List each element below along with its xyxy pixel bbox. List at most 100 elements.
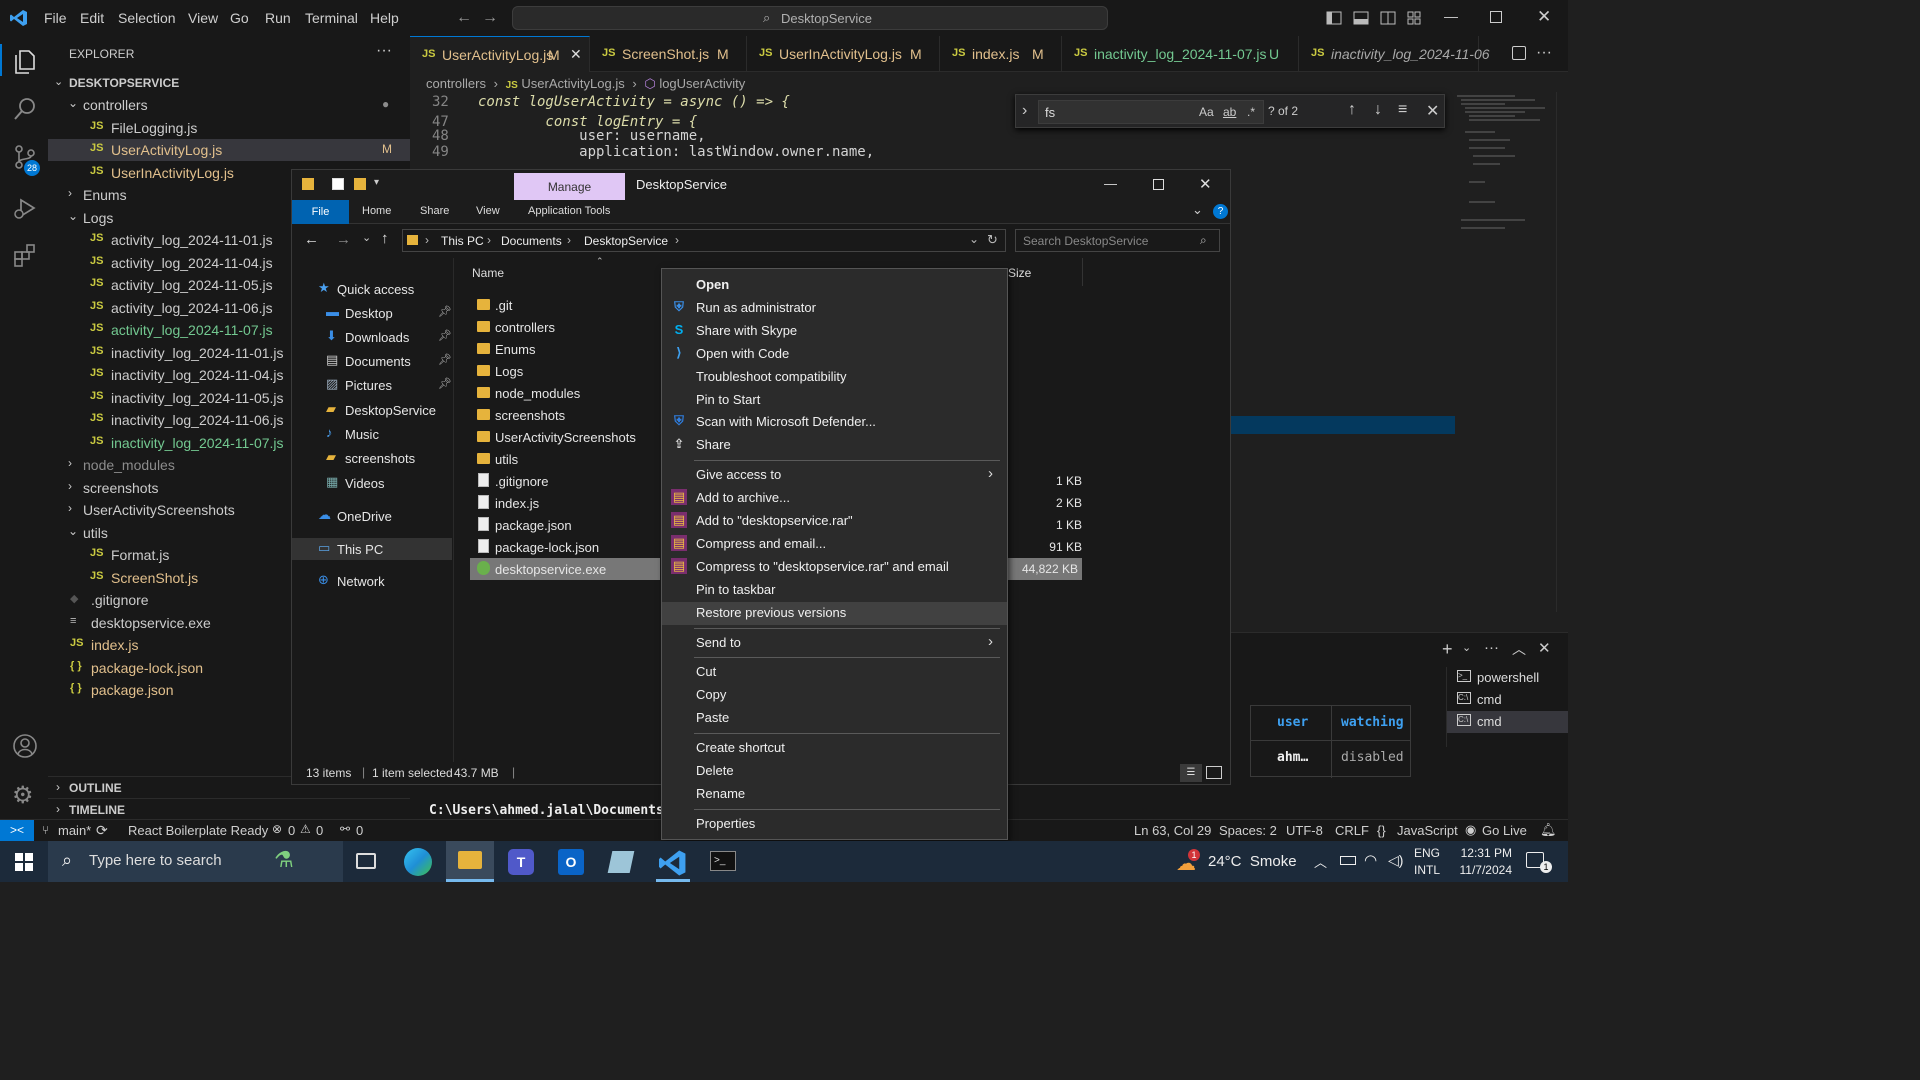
go-live[interactable]: Go Live xyxy=(1482,823,1527,838)
minimap[interactable] xyxy=(1455,92,1555,242)
close-icon[interactable]: ✕ xyxy=(1426,101,1439,121)
menu-item[interactable]: Paste xyxy=(662,707,1007,730)
arrow-up-icon[interactable]: ↑ xyxy=(1348,101,1356,119)
outlook-icon[interactable]: O xyxy=(558,849,584,875)
scrollbar[interactable] xyxy=(1556,92,1568,612)
workspace-header[interactable]: ⌄ DESKTOPSERVICE xyxy=(48,72,410,94)
help-icon[interactable]: ? xyxy=(1213,204,1228,219)
menu-item[interactable]: Pin to Start xyxy=(662,389,1007,412)
tree-item[interactable]: ⌄ controllers ● xyxy=(48,94,410,116)
menu-item[interactable]: Pin to taskbar xyxy=(662,579,1007,602)
split-editor-icon[interactable] xyxy=(1512,46,1526,60)
find-input[interactable]: fs Aa ab .* xyxy=(1038,100,1264,124)
terminal-taskbar-icon[interactable]: >_ xyxy=(710,851,736,871)
search-box[interactable]: Search DesktopService ⌕ xyxy=(1015,229,1220,252)
path-this-pc[interactable]: This PC xyxy=(441,234,484,248)
chevron-right-icon[interactable]: › xyxy=(1022,102,1027,120)
maximize-button[interactable] xyxy=(1153,179,1164,190)
nav-item[interactable]: ▦ Videos xyxy=(292,472,452,494)
ribbon-file-tab[interactable]: File xyxy=(292,200,349,224)
ribbon-share-tab[interactable]: Share xyxy=(420,205,449,217)
manage-tab[interactable]: Manage xyxy=(514,173,625,200)
line-ending[interactable]: CRLF xyxy=(1335,823,1369,838)
nav-item[interactable]: ♪ Music xyxy=(292,423,452,445)
code-line[interactable]: 32 const logUserActivity = async () => { xyxy=(410,94,1010,114)
new-terminal-icon[interactable]: + xyxy=(1442,639,1453,660)
menu-item[interactable]: File xyxy=(44,10,67,26)
menu-item[interactable]: ⛨ Run as administrator xyxy=(662,297,1007,320)
branch-name[interactable]: main* xyxy=(58,823,91,838)
sync-icon[interactable]: ⟳ xyxy=(96,822,108,839)
menu-item[interactable]: Properties xyxy=(662,813,1007,836)
chevron-down-icon[interactable]: ⌄ xyxy=(362,231,371,244)
menu-item[interactable]: ▤ Compress and email... xyxy=(662,533,1007,556)
nav-item[interactable]: ▬ Desktop 📌︎ xyxy=(292,302,452,324)
editor-tab[interactable]: JS inactivity_log_2024-11-07.js U xyxy=(1062,36,1299,72)
ribbon-view-tab[interactable]: View xyxy=(476,205,500,217)
tree-item[interactable]: JS UserActivityLog.js M xyxy=(48,139,410,161)
file-row[interactable]: package-lock.json xyxy=(470,536,670,558)
menu-item[interactable]: Help xyxy=(370,10,399,26)
chevron-down-icon[interactable]: ⌄ xyxy=(1192,202,1203,218)
battery-icon[interactable] xyxy=(1340,856,1356,865)
menu-item[interactable]: ▤ Compress to "desktopservice.rar" and em… xyxy=(662,556,1007,579)
up-icon[interactable]: ↑ xyxy=(381,230,389,247)
menu-item[interactable]: Selection xyxy=(118,10,176,26)
menu-item[interactable]: Run xyxy=(265,10,291,26)
menu-item[interactable]: Cut xyxy=(662,661,1007,684)
file-row[interactable]: Enums xyxy=(470,338,670,360)
file-row[interactable]: utils xyxy=(470,448,670,470)
breadcrumb-file[interactable]: UserActivityLog.js xyxy=(521,76,624,91)
menu-item[interactable]: Edit xyxy=(80,10,104,26)
ports-count[interactable]: 0 xyxy=(356,823,363,838)
run-debug-icon[interactable] xyxy=(12,194,38,220)
minimize-button[interactable]: — xyxy=(1104,176,1117,191)
menu-item[interactable]: Copy xyxy=(662,684,1007,707)
close-tab-icon[interactable]: ✕ xyxy=(570,46,582,63)
nav-item[interactable]: ⊕ Network xyxy=(292,570,452,592)
notes-app-icon[interactable] xyxy=(607,851,635,873)
breadcrumb-folder[interactable]: controllers xyxy=(426,76,486,91)
menu-item[interactable]: Send to › xyxy=(662,632,1007,655)
breadcrumb-symbol[interactable]: logUserActivity xyxy=(659,76,745,91)
extension-status[interactable]: React Boilerplate Ready xyxy=(128,823,268,838)
file-explorer-taskbar-icon[interactable] xyxy=(446,841,494,882)
chevron-down-icon[interactable]: ▾ xyxy=(374,177,379,188)
back-icon[interactable]: ← xyxy=(304,231,319,248)
column-header-name[interactable]: Name xyxy=(472,266,504,280)
menu-item[interactable]: Open xyxy=(662,274,1007,297)
chevron-down-icon[interactable]: ⌄ xyxy=(969,232,979,246)
terminal-session[interactable]: >_ powershell xyxy=(1447,667,1568,689)
language-indicator[interactable]: ENG INTL xyxy=(1414,845,1444,879)
task-view-icon[interactable] xyxy=(356,853,376,869)
chevron-up-icon[interactable]: ︿ xyxy=(1314,852,1327,871)
nav-item[interactable]: ▤ Documents 📌︎ xyxy=(292,350,452,372)
tree-item[interactable]: JS FileLogging.js xyxy=(48,117,410,139)
warning-count[interactable]: 0 xyxy=(316,823,323,838)
file-row[interactable]: UserActivityScreenshots xyxy=(470,426,670,448)
match-case-icon[interactable]: Aa xyxy=(1199,105,1214,119)
ribbon-application-tools-tab[interactable]: Application Tools xyxy=(528,205,610,217)
file-row[interactable]: .git xyxy=(470,294,670,316)
teams-icon[interactable]: T xyxy=(508,849,534,875)
chevron-down-icon[interactable]: ⌄ xyxy=(1462,641,1471,654)
column-header-size[interactable]: Size xyxy=(1008,266,1031,280)
regex-icon[interactable]: .* xyxy=(1247,105,1255,119)
file-row[interactable]: desktopservice.exe xyxy=(470,558,660,580)
editor-tab[interactable]: JS UserActivityLog.js M ✕ xyxy=(410,36,590,72)
maximize-button[interactable] xyxy=(1490,11,1502,23)
vscode-taskbar-icon[interactable] xyxy=(658,849,688,877)
file-row[interactable]: node_modules xyxy=(470,382,670,404)
find-in-selection-icon[interactable]: ≡ xyxy=(1398,101,1407,119)
menu-item[interactable]: Go xyxy=(230,10,249,26)
nav-back-icon[interactable]: ← xyxy=(456,9,472,27)
nav-forward-icon[interactable]: → xyxy=(482,9,498,27)
close-panel-icon[interactable]: ✕ xyxy=(1538,639,1551,657)
file-row[interactable]: .gitignore xyxy=(470,470,670,492)
nav-item[interactable]: ▰ DesktopService xyxy=(292,399,452,421)
forward-icon[interactable]: → xyxy=(336,231,351,248)
properties-icon[interactable] xyxy=(332,178,344,190)
details-view-icon[interactable]: ☰ xyxy=(1180,764,1202,782)
error-count[interactable]: 0 xyxy=(288,823,295,838)
menu-item[interactable]: ▤ Add to "desktopservice.rar" xyxy=(662,510,1007,533)
